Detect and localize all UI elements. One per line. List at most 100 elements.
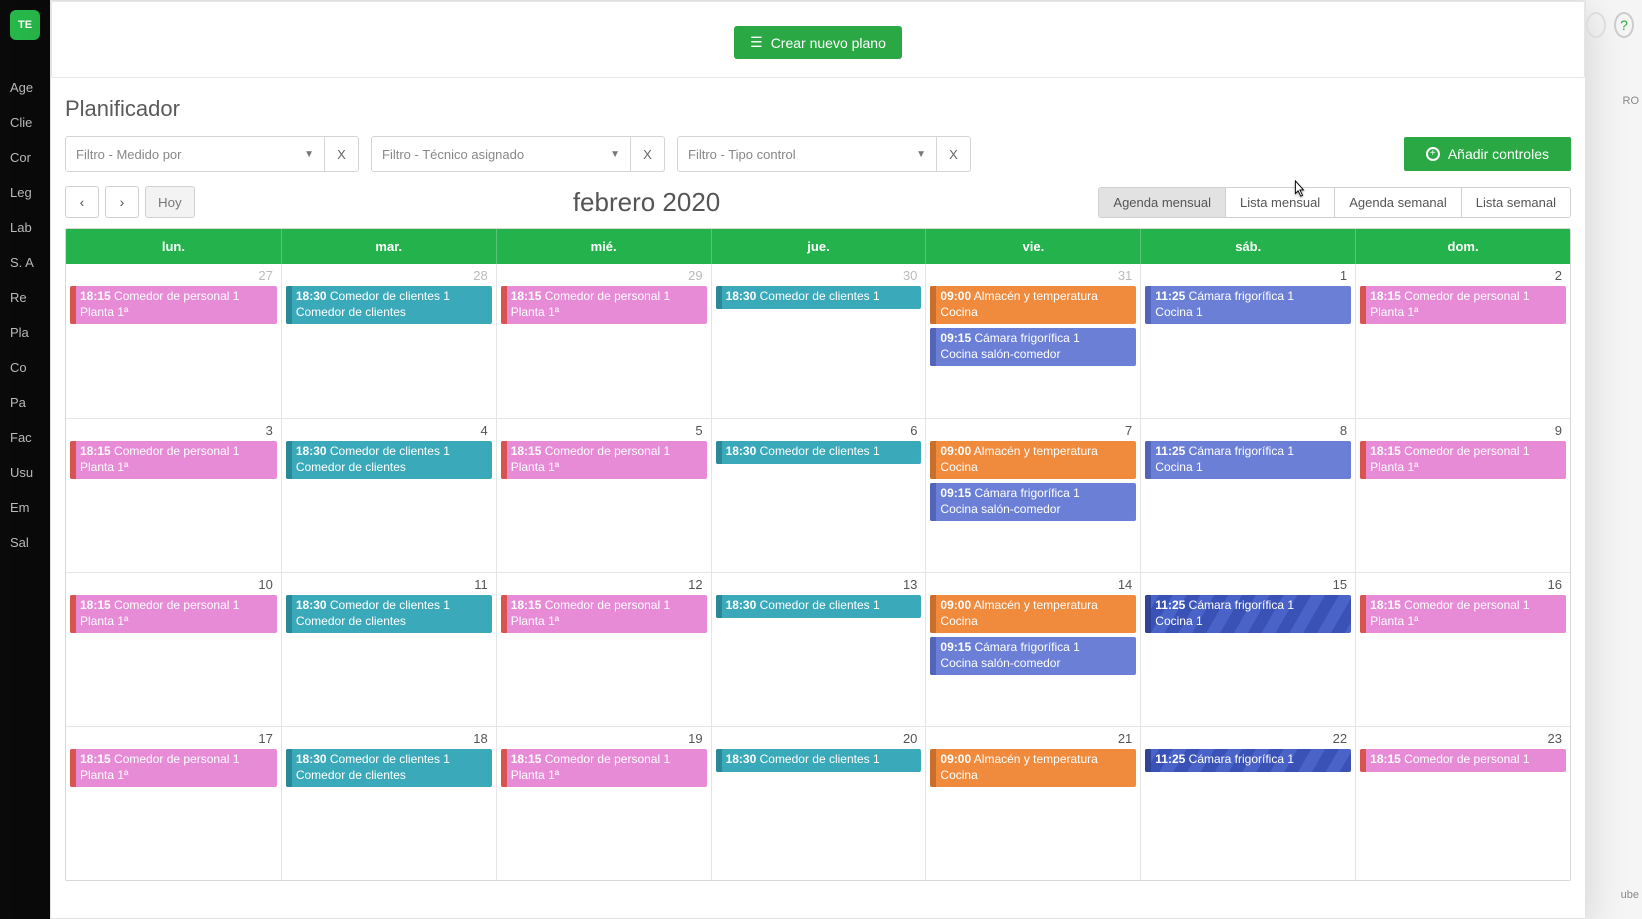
view-switch: Agenda mensual Lista mensual Agenda sema… — [1098, 187, 1571, 218]
event-subtitle: Planta 1ª — [511, 460, 701, 476]
calendar-day[interactable]: 918:15 Comedor de personal 1Planta 1ª — [1355, 418, 1570, 572]
calendar-event[interactable]: 18:30 Comedor de clientes 1Comedor de cl… — [286, 749, 492, 787]
clear-filter-measured-by[interactable]: X — [325, 136, 359, 172]
add-controls-button[interactable]: + Añadir controles — [1404, 137, 1571, 171]
calendar-event[interactable]: 18:15 Comedor de personal 1Planta 1ª — [501, 286, 707, 324]
calendar-event[interactable]: 09:00 Almacén y temperaturaCocina — [930, 749, 1136, 787]
calendar-event[interactable]: 11:25 Cámara frigorífica 1Cocina 1 — [1145, 286, 1351, 324]
calendar-day[interactable]: 2918:15 Comedor de personal 1Planta 1ª — [496, 264, 711, 418]
calendar-day[interactable]: 10 18:15 Comedor de personal 1Planta 1ª — [66, 572, 281, 726]
event-title: 09:15 Cámara frigorífica 1 — [940, 486, 1130, 502]
calendar-event[interactable]: 18:30 Comedor de clientes 1 — [716, 441, 922, 464]
calendar-event[interactable]: 18:15 Comedor de personal 1Planta 1ª — [501, 595, 707, 633]
calendar-event[interactable]: 18:15 Comedor de personal 1Planta 1ª — [1360, 286, 1566, 324]
calendar-day[interactable]: 518:15 Comedor de personal 1Planta 1ª — [496, 418, 711, 572]
clear-filter-control-type[interactable]: X — [937, 136, 971, 172]
calendar-day[interactable]: 2718:15 Comedor de personal 1Planta 1ª — [66, 264, 281, 418]
next-button[interactable]: › — [105, 186, 139, 218]
calendar-day[interactable]: 8 11:25 Cámara frigorífica 1Cocina 1 — [1140, 418, 1355, 572]
day-number: 30 — [903, 268, 917, 283]
calendar-event[interactable]: 09:15 Cámara frigorífica 1Cocina salón-c… — [930, 637, 1136, 675]
calendar-event[interactable]: 18:30 Comedor de clientes 1Comedor de cl… — [286, 441, 492, 479]
day-number: 17 — [258, 731, 272, 746]
prev-button[interactable]: ‹ — [65, 186, 99, 218]
calendar-day[interactable]: 17 18:15 Comedor de personal 1Planta 1ª — [66, 726, 281, 880]
event-title: 18:30 Comedor de clientes 1 — [726, 444, 916, 460]
calendar-event[interactable]: 18:30 Comedor de clientes 1Comedor de cl… — [286, 286, 492, 324]
calendar-day[interactable]: 2318:15 Comedor de personal 1 — [1355, 726, 1570, 880]
calendar-event[interactable]: 11:25 Cámara frigorífica 1 — [1145, 749, 1351, 772]
event-time: 18:15 — [1370, 752, 1401, 766]
calendar-event[interactable]: 09:15 Cámara frigorífica 1Cocina salón-c… — [930, 328, 1136, 366]
calendar-event[interactable]: 11:25 Cámara frigorífica 1Cocina 1 — [1145, 595, 1351, 633]
calendar-event[interactable]: 18:15 Comedor de personal 1 — [1360, 749, 1566, 772]
calendar-day[interactable]: 1511:25 Cámara frigorífica 1Cocina 1 — [1140, 572, 1355, 726]
day-number: 21 — [1118, 731, 1132, 746]
calendar-event[interactable]: 18:15 Comedor de personal 1Planta 1ª — [70, 595, 277, 633]
filter-technician[interactable]: Filtro - Técnico asignado ▼ — [371, 136, 631, 172]
calendar-day[interactable]: 1618:15 Comedor de personal 1Planta 1ª — [1355, 572, 1570, 726]
calendar-event[interactable]: 18:30 Comedor de clientes 1 — [716, 595, 922, 618]
event-title: 11:25 Cámara frigorífica 1 — [1155, 289, 1345, 305]
calendar-day[interactable]: 218:15 Comedor de personal 1Planta 1ª — [1355, 264, 1570, 418]
event-time: 18:30 — [296, 289, 327, 303]
calendar-event[interactable]: 09:00 Almacén y temperaturaCocina — [930, 595, 1136, 633]
calendar-event[interactable]: 09:00 Almacén y temperaturaCocina — [930, 441, 1136, 479]
calendar-event[interactable]: 18:30 Comedor de clientes 1 — [716, 286, 922, 309]
calendar-day[interactable]: 22 11:25 Cámara frigorífica 1 — [1140, 726, 1355, 880]
view-weekly-list[interactable]: Lista semanal — [1461, 188, 1570, 217]
calendar-day[interactable]: 418:30 Comedor de clientes 1Comedor de c… — [281, 418, 496, 572]
calendar-day[interactable]: 3109:00 Almacén y temperaturaCocina09:15… — [925, 264, 1140, 418]
calendar-day[interactable]: 709:00 Almacén y temperaturaCocina09:15 … — [925, 418, 1140, 572]
calendar-day[interactable]: 6 18:30 Comedor de clientes 1 — [711, 418, 926, 572]
event-title: 18:30 Comedor de clientes 1 — [726, 752, 916, 768]
view-monthly-agenda[interactable]: Agenda mensual — [1099, 188, 1225, 217]
calendar-event[interactable]: 11:25 Cámara frigorífica 1Cocina 1 — [1145, 441, 1351, 479]
calendar-event[interactable]: 09:00 Almacén y temperaturaCocina — [930, 286, 1136, 324]
view-monthly-list[interactable]: Lista mensual — [1225, 188, 1334, 217]
day-number: 10 — [258, 577, 272, 592]
clear-filter-technician[interactable]: X — [631, 136, 665, 172]
calendar-event[interactable]: 18:15 Comedor de personal 1Planta 1ª — [501, 749, 707, 787]
filter-measured-by[interactable]: Filtro - Medido por ▼ — [65, 136, 325, 172]
calendar-day[interactable]: 18 18:30 Comedor de clientes 1Comedor de … — [281, 726, 496, 880]
create-plan-button[interactable]: ☰ Crear nuevo plano — [734, 26, 902, 59]
calendar-day[interactable]: 1118:30 Comedor de clientes 1Comedor de … — [281, 572, 496, 726]
day-number: 6 — [910, 423, 917, 438]
filter-control-type[interactable]: Filtro - Tipo control ▼ — [677, 136, 937, 172]
edge-text: RO — [1623, 95, 1640, 107]
calendar-day[interactable]: 1409:00 Almacén y temperaturaCocina09:15… — [925, 572, 1140, 726]
day-number: 18 — [473, 731, 487, 746]
calendar-event[interactable]: 18:15 Comedor de personal 1Planta 1ª — [70, 286, 277, 324]
calendar-day[interactable]: 2818:30 Comedor de clientes 1Comedor de … — [281, 264, 496, 418]
event-title: 11:25 Cámara frigorífica 1 — [1155, 752, 1345, 768]
calendar-event[interactable]: 18:15 Comedor de personal 1Planta 1ª — [1360, 441, 1566, 479]
calendar-day[interactable]: 1918:15 Comedor de personal 1Planta 1ª — [496, 726, 711, 880]
calendar-event[interactable]: 18:30 Comedor de clientes 1Comedor de cl… — [286, 595, 492, 633]
calendar-day[interactable]: 2018:30 Comedor de clientes 1 — [711, 726, 926, 880]
event-subtitle: Planta 1ª — [1370, 460, 1560, 476]
calendar-event[interactable]: 18:15 Comedor de personal 1Planta 1ª — [501, 441, 707, 479]
list-icon: ☰ — [750, 34, 763, 51]
calendar-event[interactable]: 18:30 Comedor de clientes 1 — [716, 749, 922, 772]
calendar-day[interactable]: 318:15 Comedor de personal 1Planta 1ª — [66, 418, 281, 572]
event-time: 11:25 — [1155, 598, 1185, 612]
calendar-day[interactable]: 1218:15 Comedor de personal 1Planta 1ª — [496, 572, 711, 726]
calendar-event[interactable]: 18:15 Comedor de personal 1Planta 1ª — [1360, 595, 1566, 633]
event-time: 09:15 — [940, 486, 971, 500]
calendar-event[interactable]: 18:15 Comedor de personal 1Planta 1ª — [70, 441, 277, 479]
calendar-day[interactable]: 21 09:00 Almacén y temperaturaCocina — [925, 726, 1140, 880]
day-number: 8 — [1340, 423, 1347, 438]
avatar-icon[interactable] — [1586, 12, 1606, 38]
day-number: 22 — [1333, 731, 1347, 746]
help-icon[interactable]: ? — [1614, 12, 1634, 38]
today-button[interactable]: Hoy — [145, 186, 195, 218]
calendar-event[interactable]: 09:15 Cámara frigorífica 1Cocina salón-c… — [930, 483, 1136, 521]
calendar-day[interactable]: 1318:30 Comedor de clientes 1 — [711, 572, 926, 726]
view-weekly-agenda[interactable]: Agenda semanal — [1334, 188, 1461, 217]
event-subtitle: Cocina — [940, 460, 1130, 476]
calendar-day[interactable]: 111:25 Cámara frigorífica 1Cocina 1 — [1140, 264, 1355, 418]
calendar-event[interactable]: 18:15 Comedor de personal 1Planta 1ª — [70, 749, 277, 787]
event-title: 18:15 Comedor de personal 1 — [511, 598, 701, 614]
calendar-day[interactable]: 30 18:30 Comedor de clientes 1 — [711, 264, 926, 418]
